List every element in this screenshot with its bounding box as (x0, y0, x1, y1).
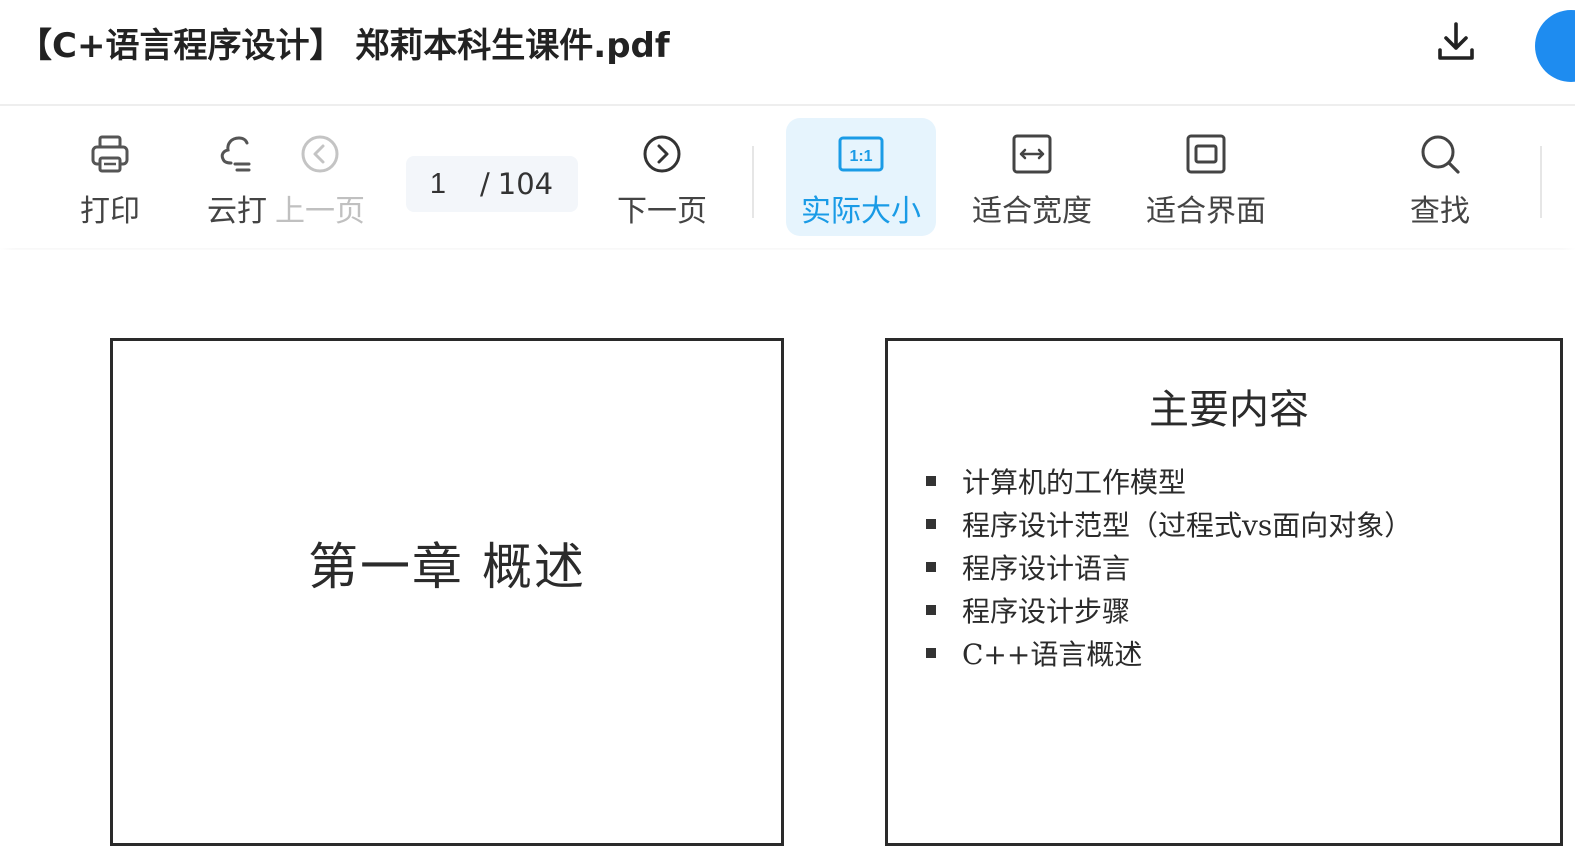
download-button[interactable] (1430, 16, 1482, 68)
list-item: 程序设计步骤 (926, 588, 1412, 631)
bullet-text: C++语言概述 (962, 637, 1143, 671)
chevron-left-circle-icon (301, 135, 339, 173)
cloud-print-label: 云打 (207, 194, 267, 229)
print-label: 打印 (80, 194, 140, 229)
print-button[interactable]: 打印 (70, 118, 150, 236)
chevron-right-circle-icon (643, 135, 681, 173)
actual-size-button[interactable]: 1:1 实际大小 (786, 118, 936, 236)
cloud-print-icon (220, 136, 251, 172)
bullet-square-icon (926, 647, 936, 658)
page-number-box: / 104 (406, 156, 578, 212)
find-button[interactable]: 查找 (1400, 118, 1480, 236)
svg-text:1:1: 1:1 (849, 148, 872, 165)
cloud-print-button[interactable]: 云打 (204, 118, 270, 236)
fit-page-label: 适合界面 (1146, 194, 1266, 229)
pdf-toolbar: 打印 云打 上一页 / 104 (0, 106, 1575, 248)
pdf-viewer[interactable]: 第一章 概述 主要内容 计算机的工作模型 程序设计范型（过程式vs面向对象） 程… (0, 250, 1575, 867)
prev-page-button[interactable]: 上一页 (272, 118, 368, 236)
list-item: 计算机的工作模型 (926, 459, 1412, 502)
bullet-square-icon (926, 561, 936, 572)
find-label: 查找 (1410, 194, 1470, 229)
fit-page-icon (1186, 134, 1226, 174)
printer-icon (91, 135, 129, 173)
prev-page-label: 上一页 (275, 194, 365, 229)
next-page-label: 下一页 (617, 194, 707, 229)
fit-width-button[interactable]: 适合宽度 (970, 118, 1094, 236)
slide-title: 主要内容 (1149, 387, 1309, 433)
list-item: 程序设计范型（过程式vs面向对象） (926, 502, 1412, 545)
list-item: 程序设计语言 (926, 545, 1412, 588)
actual-size-label: 实际大小 (801, 194, 921, 229)
pdf-page-2: 主要内容 计算机的工作模型 程序设计范型（过程式vs面向对象） 程序设计语言 程… (885, 338, 1563, 846)
slide-title: 第一章 概述 (308, 538, 586, 596)
page-number-input[interactable] (406, 167, 470, 201)
bullet-text: 程序设计步骤 (962, 594, 1131, 628)
page-separator: / (480, 167, 490, 201)
page-total: 104 (497, 167, 554, 201)
bullet-square-icon (926, 604, 936, 615)
user-avatar[interactable] (1535, 10, 1575, 82)
actual-size-icon: 1:1 (838, 136, 884, 172)
fit-width-icon (1012, 134, 1052, 174)
next-page-button[interactable]: 下一页 (614, 118, 710, 236)
pdf-page-1: 第一章 概述 (110, 338, 784, 846)
bullet-text: 程序设计范型（过程式vs面向对象） (962, 508, 1413, 542)
bullet-text: 程序设计语言 (962, 551, 1131, 585)
bullet-square-icon (926, 518, 936, 529)
toolbar-divider (752, 146, 754, 218)
search-icon (1421, 135, 1460, 174)
download-icon (1438, 22, 1474, 60)
app-header: 【C+语言程序设计】 郑莉本科生课件.pdf (0, 0, 1575, 106)
list-item: C++语言概述 (926, 631, 1412, 674)
fit-page-button[interactable]: 适合界面 (1144, 118, 1268, 236)
document-title: 【C+语言程序设计】 郑莉本科生课件.pdf (18, 26, 670, 66)
bullet-square-icon (926, 475, 936, 486)
toolbar-divider-right (1540, 146, 1542, 218)
bullet-list: 计算机的工作模型 程序设计范型（过程式vs面向对象） 程序设计语言 程序设计步骤… (926, 459, 1412, 674)
bullet-text: 计算机的工作模型 (962, 465, 1187, 499)
fit-width-label: 适合宽度 (972, 194, 1092, 229)
